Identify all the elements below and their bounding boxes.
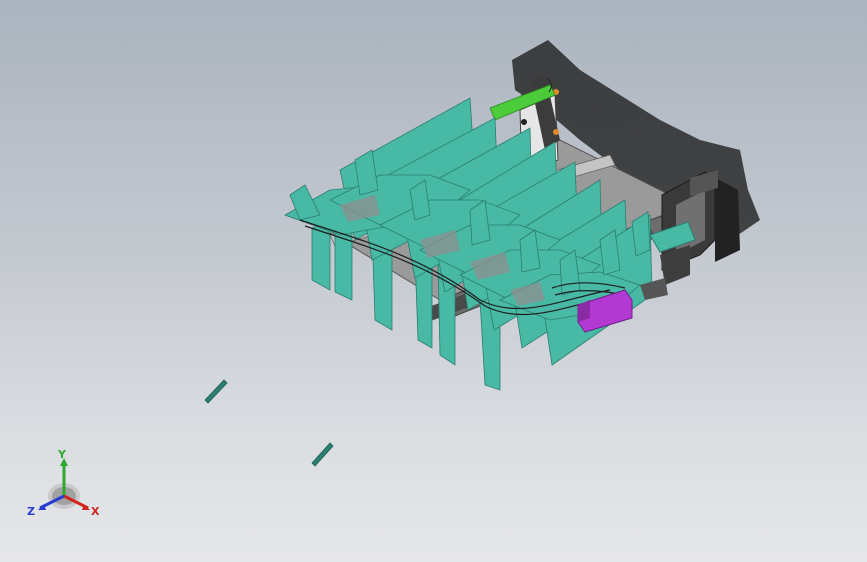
x-axis-label: X <box>91 505 100 518</box>
3d-model-view[interactable] <box>0 0 867 562</box>
triad-icon: Y X Z <box>27 448 100 518</box>
cad-graphics-viewport[interactable]: Y X Z <box>0 0 867 562</box>
orientation-triad[interactable]: Y X Z <box>22 448 106 524</box>
y-axis-label: Y <box>57 448 67 461</box>
z-axis-label: Z <box>27 505 35 518</box>
loose-parts <box>204 379 334 467</box>
